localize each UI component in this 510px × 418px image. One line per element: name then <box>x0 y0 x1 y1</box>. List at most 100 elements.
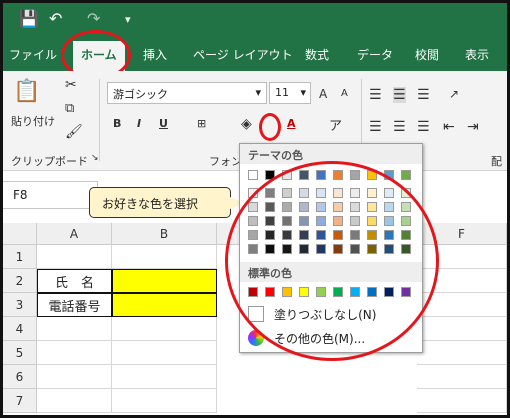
align-top-icon[interactable]: ☰ <box>369 87 382 103</box>
cell-b4[interactable] <box>112 317 217 341</box>
standard-color-swatch[interactable] <box>367 287 377 297</box>
theme-color-swatch[interactable] <box>401 170 411 180</box>
row-header-4[interactable]: 4 <box>3 317 37 341</box>
theme-shade-swatch[interactable] <box>384 230 394 240</box>
standard-color-swatch[interactable] <box>248 287 258 297</box>
cell-b3[interactable] <box>112 293 217 317</box>
copy-icon[interactable]: ⧉ <box>65 101 74 116</box>
shrink-font-button[interactable]: A <box>341 88 348 99</box>
name-box[interactable]: F8 <box>3 181 98 209</box>
theme-shade-swatch[interactable] <box>350 230 360 240</box>
tab-data[interactable]: データ <box>357 46 393 63</box>
cell-f3[interactable] <box>417 293 507 317</box>
theme-shade-swatch[interactable] <box>401 188 411 198</box>
theme-shade-swatch[interactable] <box>299 244 309 254</box>
standard-color-swatch[interactable] <box>299 287 309 297</box>
theme-shade-swatch[interactable] <box>316 230 326 240</box>
theme-color-swatch[interactable] <box>367 170 377 180</box>
tab-review[interactable]: 校閲 <box>415 46 439 63</box>
border-icon[interactable]: ⊞ <box>197 117 206 130</box>
theme-shade-swatch[interactable] <box>401 244 411 254</box>
cell-f1[interactable] <box>417 245 507 269</box>
theme-shade-swatch[interactable] <box>401 216 411 226</box>
theme-shade-swatch[interactable] <box>265 230 275 240</box>
underline-button[interactable]: U <box>159 117 168 130</box>
tab-home[interactable]: ホーム <box>73 41 125 71</box>
cell-b6[interactable] <box>112 365 217 389</box>
cell-a5[interactable] <box>37 341 112 365</box>
theme-shade-swatch[interactable] <box>265 244 275 254</box>
dialog-launcher-icon[interactable]: ↘ <box>91 153 99 163</box>
theme-shade-swatch[interactable] <box>384 244 394 254</box>
theme-color-swatch[interactable] <box>384 170 394 180</box>
theme-shade-swatch[interactable] <box>384 202 394 212</box>
theme-shade-swatch[interactable] <box>299 188 309 198</box>
format-painter-icon[interactable]: 🖌 <box>65 124 83 140</box>
align-middle-icon[interactable]: ☰ <box>393 87 406 103</box>
cell-f6[interactable] <box>417 365 507 389</box>
theme-shade-swatch[interactable] <box>248 188 258 198</box>
standard-color-swatch[interactable] <box>265 287 275 297</box>
theme-shade-swatch[interactable] <box>333 244 343 254</box>
theme-shade-swatch[interactable] <box>367 230 377 240</box>
cell-b7[interactable] <box>112 389 217 413</box>
theme-shade-swatch[interactable] <box>282 244 292 254</box>
standard-color-swatch[interactable] <box>282 287 292 297</box>
theme-color-swatch[interactable] <box>299 170 309 180</box>
theme-shade-swatch[interactable] <box>333 188 343 198</box>
cell-f5[interactable] <box>417 341 507 365</box>
column-header-f[interactable]: F <box>417 223 507 245</box>
align-right-icon[interactable]: ☰ <box>417 119 430 135</box>
row-header-3[interactable]: 3 <box>3 293 37 317</box>
font-size-select[interactable]: 11 ▾ <box>269 82 311 104</box>
cell-f7[interactable] <box>417 389 507 413</box>
cell-f4[interactable] <box>417 317 507 341</box>
paste-icon[interactable]: 📋 <box>13 77 40 105</box>
italic-button[interactable]: I <box>137 117 141 130</box>
redo-icon[interactable]: ↷ <box>87 9 100 28</box>
cell-a2[interactable]: 氏 名 <box>37 269 112 293</box>
tab-insert[interactable]: 挿入 <box>143 46 167 63</box>
cell-a1[interactable] <box>37 245 112 269</box>
standard-color-swatch[interactable] <box>333 287 343 297</box>
cut-icon[interactable]: ✂ <box>65 77 77 93</box>
cell-b2[interactable] <box>112 269 217 293</box>
phonetic-icon[interactable]: ア <box>329 115 342 134</box>
row-header-7[interactable]: 7 <box>3 389 37 413</box>
align-bottom-icon[interactable]: ☰ <box>417 87 430 103</box>
cell-a6[interactable] <box>37 365 112 389</box>
theme-shade-swatch[interactable] <box>248 216 258 226</box>
cell-a3[interactable]: 電話番号 <box>37 293 112 317</box>
theme-shade-swatch[interactable] <box>401 230 411 240</box>
row-header-6[interactable]: 6 <box>3 365 37 389</box>
cell-a4[interactable] <box>37 317 112 341</box>
theme-shade-swatch[interactable] <box>350 244 360 254</box>
cell-a7[interactable] <box>37 389 112 413</box>
undo-icon[interactable]: ↶ <box>49 9 62 28</box>
select-all-corner[interactable] <box>3 223 37 245</box>
theme-shade-swatch[interactable] <box>248 230 258 240</box>
tab-view[interactable]: 表示 <box>465 46 489 63</box>
theme-shade-swatch[interactable] <box>316 188 326 198</box>
theme-shade-swatch[interactable] <box>384 188 394 198</box>
theme-shade-swatch[interactable] <box>299 216 309 226</box>
orientation-icon[interactable]: ↗ <box>449 87 459 101</box>
align-center-icon[interactable]: ☰ <box>393 119 406 135</box>
cell-b5[interactable] <box>112 341 217 365</box>
theme-shade-swatch[interactable] <box>350 216 360 226</box>
theme-shade-swatch[interactable] <box>401 202 411 212</box>
align-left-icon[interactable]: ☰ <box>369 119 382 135</box>
theme-color-swatch[interactable] <box>248 170 258 180</box>
standard-color-swatch[interactable] <box>316 287 326 297</box>
theme-shade-swatch[interactable] <box>333 216 343 226</box>
tab-formulas[interactable]: 数式 <box>305 46 329 63</box>
theme-color-swatch[interactable] <box>282 170 292 180</box>
row-header-5[interactable]: 5 <box>3 341 37 365</box>
theme-color-swatch[interactable] <box>265 170 275 180</box>
standard-color-swatch[interactable] <box>350 287 360 297</box>
outdent-icon[interactable]: ⇥ <box>467 119 479 135</box>
theme-shade-swatch[interactable] <box>282 216 292 226</box>
standard-color-swatch[interactable] <box>384 287 394 297</box>
theme-shade-swatch[interactable] <box>316 202 326 212</box>
theme-shade-swatch[interactable] <box>367 188 377 198</box>
